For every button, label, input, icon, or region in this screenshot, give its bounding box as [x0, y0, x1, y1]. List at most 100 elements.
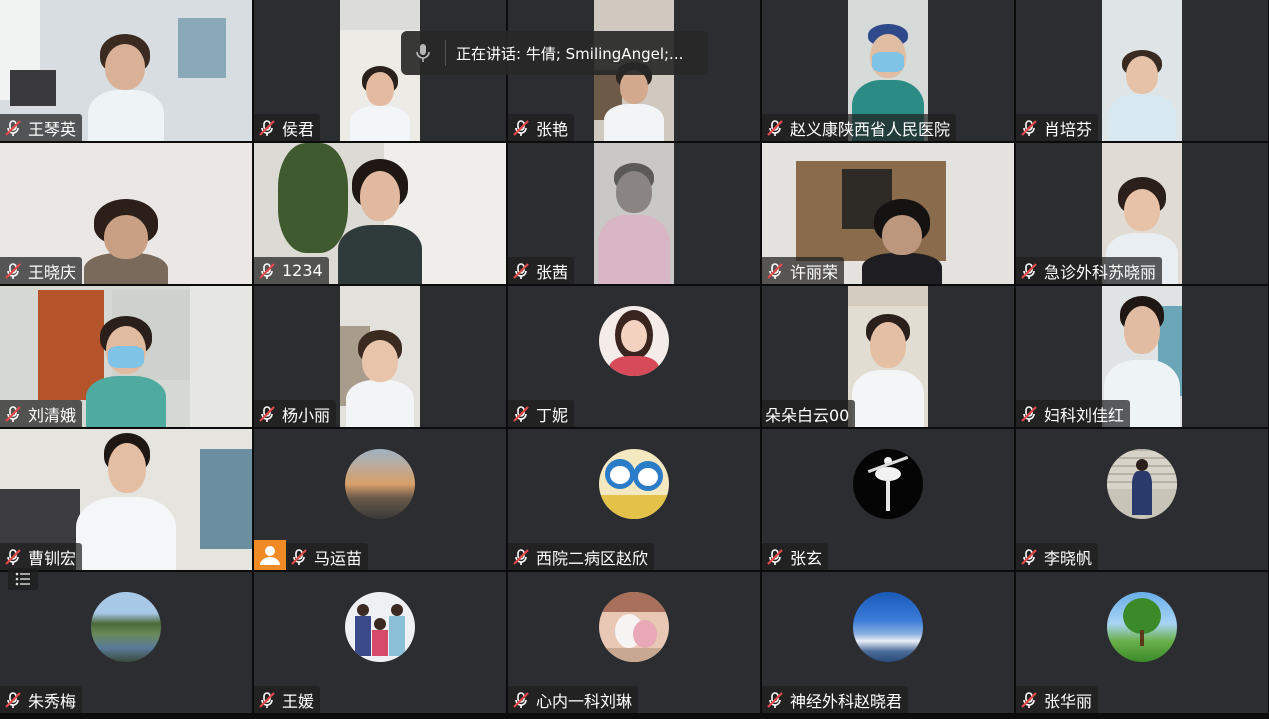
participant-name-bar: 妇科刘佳红 — [1016, 400, 1131, 427]
mic-muted-icon[interactable] — [290, 548, 308, 566]
mic-muted-icon[interactable] — [766, 119, 784, 137]
participant-tile[interactable]: 妇科刘佳红 — [1016, 286, 1268, 427]
participant-tile[interactable]: 许丽荣 — [762, 143, 1014, 284]
video-feed — [340, 286, 420, 427]
participant-name-bar: 心内一科刘琳 — [508, 686, 639, 713]
participant-tile[interactable]: 心内一科刘琳 — [508, 572, 760, 713]
participant-name-bar: 神经外科赵晓君 — [762, 686, 909, 713]
participant-tile[interactable]: 朱秀梅 — [0, 572, 252, 713]
participant-name-bar: 李晓帆 — [1016, 543, 1099, 570]
participant-tile[interactable]: 王晓庆 — [0, 143, 252, 284]
participant-name-bar: 丁妮 — [508, 400, 575, 427]
mic-muted-icon[interactable] — [4, 405, 22, 423]
profile-avatar — [599, 592, 669, 662]
participant-name: 李晓帆 — [1044, 548, 1093, 568]
participant-name-bar: 1234 — [254, 257, 329, 284]
participant-name: 张华丽 — [1044, 691, 1093, 711]
participant-tile[interactable]: 张茜 — [508, 143, 760, 284]
active-speaker-banner: 正在讲话: 牛倩; SmilingAngel;... — [401, 31, 708, 75]
participant-tile[interactable]: 西院二病区赵欣 — [508, 429, 760, 570]
participant-tile[interactable]: 丁妮 — [508, 286, 760, 427]
participant-tile[interactable]: 李晓帆 — [1016, 429, 1268, 570]
mic-muted-icon[interactable] — [512, 548, 530, 566]
speaker-label: 正在讲话: 牛倩; SmilingAngel;... — [456, 44, 684, 63]
participant-tile[interactable]: 神经外科赵晓君 — [762, 572, 1014, 713]
participant-name: 急诊外科苏晓丽 — [1044, 262, 1157, 282]
participant-name: 张玄 — [790, 548, 823, 568]
mic-muted-icon[interactable] — [258, 405, 276, 423]
mic-muted-icon[interactable] — [766, 691, 784, 709]
participant-tile[interactable]: 刘清娥 — [0, 286, 252, 427]
participant-name: 妇科刘佳红 — [1044, 405, 1125, 425]
mic-muted-icon[interactable] — [766, 262, 784, 280]
profile-avatar — [1107, 449, 1177, 519]
mic-muted-icon[interactable] — [1020, 691, 1038, 709]
participant-name-bar: 马运苗 — [286, 543, 369, 570]
mic-muted-icon[interactable] — [1020, 262, 1038, 280]
participant-tile[interactable]: 王琴英 — [0, 0, 252, 141]
participant-name: 1234 — [282, 261, 323, 280]
video-grid: 王琴英 侯君 张艳 赵义康陕西省人民医院 肖培芬 王晓庆 1234 张茜 许丽荣… — [0, 0, 1269, 719]
video-feed — [594, 143, 674, 284]
mic-muted-icon[interactable] — [1020, 548, 1038, 566]
participant-name: 刘清娥 — [28, 405, 77, 425]
participant-list-icon[interactable] — [8, 568, 38, 590]
profile-avatar — [1107, 592, 1177, 662]
participant-name-bar: 许丽荣 — [762, 257, 845, 284]
mic-muted-icon[interactable] — [4, 548, 22, 566]
participant-tile[interactable]: 1234 — [254, 143, 506, 284]
participant-name: 马运苗 — [314, 548, 363, 568]
profile-avatar — [853, 592, 923, 662]
mic-muted-icon[interactable] — [512, 119, 530, 137]
mic-muted-icon[interactable] — [258, 262, 276, 280]
participant-name: 朱秀梅 — [28, 691, 77, 711]
participant-name-bar: 张茜 — [508, 257, 575, 284]
mic-muted-icon[interactable] — [4, 262, 22, 280]
participant-name: 王媛 — [282, 691, 315, 711]
participant-name: 张茜 — [536, 262, 569, 282]
mic-muted-icon[interactable] — [766, 548, 784, 566]
participant-tile[interactable]: 马运苗 — [254, 429, 506, 570]
participant-name: 张艳 — [536, 119, 569, 139]
profile-avatar — [91, 592, 161, 662]
mic-muted-icon[interactable] — [258, 119, 276, 137]
participant-name-bar: 杨小丽 — [254, 400, 337, 427]
participant-name-bar: 王晓庆 — [0, 257, 83, 284]
participant-name: 侯君 — [282, 119, 315, 139]
participant-name-bar: 西院二病区赵欣 — [508, 543, 655, 570]
profile-avatar — [599, 449, 669, 519]
profile-avatar — [345, 592, 415, 662]
participant-name-bar: 张艳 — [508, 114, 575, 141]
video-feed — [1102, 0, 1182, 141]
participant-name-bar: 急诊外科苏晓丽 — [1016, 257, 1163, 284]
participant-tile[interactable]: 曹钏宏 — [0, 429, 252, 570]
mic-muted-icon[interactable] — [1020, 405, 1038, 423]
video-feed — [848, 286, 928, 427]
mic-muted-icon[interactable] — [4, 119, 22, 137]
participant-tile[interactable]: 急诊外科苏晓丽 — [1016, 143, 1268, 284]
participant-name-bar: 张华丽 — [1016, 686, 1099, 713]
participant-tile[interactable]: 杨小丽 — [254, 286, 506, 427]
participant-name-bar: 张玄 — [762, 543, 829, 570]
mic-muted-icon[interactable] — [4, 691, 22, 709]
participant-name-bar: 肖培芬 — [1016, 114, 1099, 141]
participant-tile[interactable]: 王媛 — [254, 572, 506, 713]
participant-name-bar: 赵义康陕西省人民医院 — [762, 114, 957, 141]
profile-avatar — [345, 449, 415, 519]
mic-muted-icon[interactable] — [512, 405, 530, 423]
participant-tile[interactable]: 张华丽 — [1016, 572, 1268, 713]
participant-tile[interactable]: 张玄 — [762, 429, 1014, 570]
participant-name: 西院二病区赵欣 — [536, 548, 649, 568]
participant-tile[interactable]: 赵义康陕西省人民医院 — [762, 0, 1014, 141]
mic-muted-icon[interactable] — [258, 691, 276, 709]
participant-tile[interactable]: 肖培芬 — [1016, 0, 1268, 141]
mic-muted-icon[interactable] — [512, 691, 530, 709]
participant-name: 曹钏宏 — [28, 548, 77, 568]
profile-avatar — [853, 449, 923, 519]
participant-name: 赵义康陕西省人民医院 — [790, 119, 951, 139]
mic-muted-icon[interactable] — [1020, 119, 1038, 137]
participant-tile[interactable]: 朵朵白云00 — [762, 286, 1014, 427]
mic-muted-icon[interactable] — [512, 262, 530, 280]
microphone-icon — [401, 31, 445, 75]
profile-avatar — [599, 306, 669, 376]
